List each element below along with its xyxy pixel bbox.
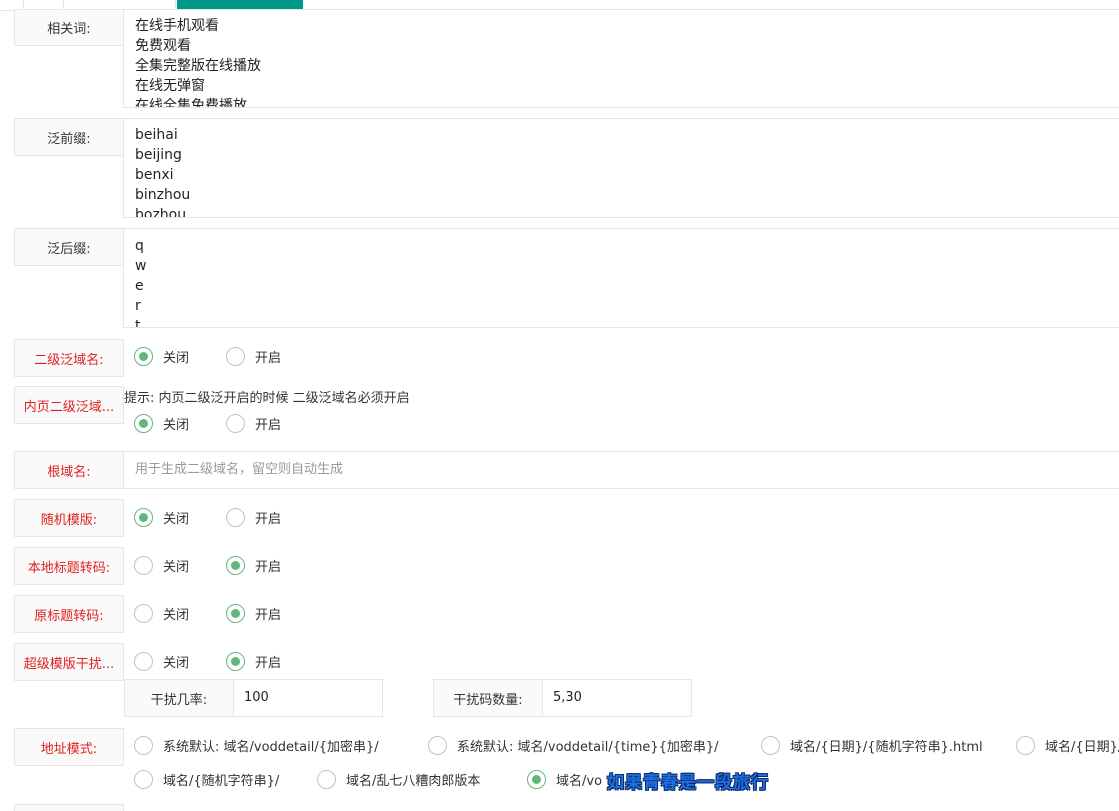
url-mode-option-7[interactable]: 域名/vo bbox=[527, 770, 602, 789]
radio-label: 域名/vo bbox=[556, 774, 603, 789]
prefix-label: 泛前缀: bbox=[14, 118, 124, 156]
textarea-line: 在线手机观看 bbox=[135, 18, 219, 34]
subdomain-on-radio[interactable]: 开启 bbox=[226, 347, 281, 366]
textarea-line: 在线无弹窗 bbox=[135, 78, 205, 94]
radio-circle bbox=[134, 770, 153, 789]
radio-circle bbox=[226, 604, 245, 623]
radio-label: 关闭 bbox=[163, 351, 190, 366]
radio-circle bbox=[1016, 736, 1035, 755]
random-template-on-radio[interactable]: 开启 bbox=[226, 508, 281, 527]
radio-label: 开启 bbox=[255, 608, 282, 623]
radio-label: 关闭 bbox=[163, 656, 190, 671]
radio-label: 开启 bbox=[255, 418, 282, 433]
url-mode-label: 地址模式: bbox=[14, 728, 124, 766]
inner-subdomain-hint: 提示: 内页二级泛开启的时候 二级泛域名必须开启 bbox=[124, 391, 410, 406]
overlay-caption: 如果青春是一段旅行 bbox=[607, 773, 769, 793]
radio-circle bbox=[134, 604, 153, 623]
radio-label: 开启 bbox=[255, 560, 282, 575]
suffix-textarea[interactable]: qwert bbox=[123, 228, 1119, 328]
radio-circle bbox=[428, 736, 447, 755]
radio-label: 域名/{日期}/ bbox=[1045, 740, 1119, 755]
textarea-line: 免费观看 bbox=[135, 38, 191, 54]
radio-circle bbox=[226, 652, 245, 671]
textarea-line: binzhou bbox=[135, 187, 191, 203]
textarea-line: benxi bbox=[135, 167, 174, 183]
original-title-transcode-on-radio[interactable]: 开启 bbox=[226, 604, 281, 623]
textarea-line: beijing bbox=[135, 147, 182, 163]
radio-circle bbox=[134, 347, 153, 366]
url-mode-option-5[interactable]: 域名/{随机字符串}/ bbox=[134, 770, 279, 789]
url-mode-option-2[interactable]: 系统默认: 域名/voddetail/{time}{加密串}/ bbox=[428, 736, 719, 755]
radio-circle bbox=[134, 652, 153, 671]
textarea-line: baotou bbox=[135, 119, 1119, 125]
inner-subdomain-off-radio[interactable]: 关闭 bbox=[134, 414, 189, 433]
textarea-line: beihai bbox=[135, 127, 178, 143]
radio-circle bbox=[134, 736, 153, 755]
super-template-interference-label: 超级模版干扰... bbox=[14, 643, 124, 681]
radio-circle bbox=[317, 770, 336, 789]
interference-count-input[interactable]: 5,30 bbox=[542, 679, 692, 717]
local-title-transcode-label: 本地标题转码: bbox=[14, 547, 124, 585]
radio-label: 开启 bbox=[255, 351, 282, 366]
textarea-line: q bbox=[135, 238, 144, 254]
radio-circle bbox=[226, 414, 245, 433]
related-words-textarea[interactable]: 在线手机观看 免费观看全集完整版在线播放 在线无弹窗在线全集免费播放 bbox=[123, 9, 1119, 108]
original-title-transcode-off-radio[interactable]: 关闭 bbox=[134, 604, 189, 623]
subdomain-label: 二级泛域名: bbox=[14, 339, 124, 377]
radio-circle bbox=[226, 347, 245, 366]
subdomain-off-radio[interactable]: 关闭 bbox=[134, 347, 189, 366]
textarea-line: 全集完整版在线播放 bbox=[135, 58, 261, 74]
textarea-line: r bbox=[135, 298, 141, 314]
textarea-line: t bbox=[135, 318, 141, 328]
prefix-lines: baotou beihai beijing benxi binzhou bozhou bbox=[135, 119, 1119, 218]
interference-count-label: 干扰码数量: bbox=[433, 679, 543, 717]
textarea-line: e bbox=[135, 278, 144, 294]
interference-rate-label: 干扰几率: bbox=[124, 679, 234, 717]
radio-circle bbox=[134, 508, 153, 527]
radio-label: 关闭 bbox=[163, 418, 190, 433]
inner-subdomain-on-radio[interactable]: 开启 bbox=[226, 414, 281, 433]
radio-label: 域名/乱七八糟肉郎版本 bbox=[346, 774, 481, 789]
radio-circle bbox=[226, 508, 245, 527]
url-mode-option-4[interactable]: 域名/{日期}/ bbox=[1016, 736, 1119, 755]
root-domain-input[interactable]: 用于生成二级域名，留空则自动生成 bbox=[123, 451, 1119, 489]
radio-circle bbox=[134, 556, 153, 575]
radio-label: 开启 bbox=[255, 512, 282, 527]
next-row-label-stub bbox=[14, 804, 124, 811]
original-title-transcode-label: 原标题转码: bbox=[14, 595, 124, 633]
radio-circle bbox=[527, 770, 546, 789]
radio-label: 域名/{日期}/{随机字符串}.html bbox=[790, 740, 983, 755]
radio-circle bbox=[134, 414, 153, 433]
related-words-label: 相关词: bbox=[14, 9, 124, 46]
textarea-line: w bbox=[135, 258, 147, 274]
url-mode-option-3[interactable]: 域名/{日期}/{随机字符串}.html bbox=[761, 736, 983, 755]
radio-label: 关闭 bbox=[163, 608, 190, 623]
radio-label: 关闭 bbox=[163, 512, 190, 527]
textarea-line: 在线全集免费播放 bbox=[135, 98, 247, 108]
prefix-textarea[interactable]: baotou beihai beijing benxi binzhou bozhou bbox=[123, 118, 1119, 218]
radio-label: 系统默认: 域名/voddetail/{加密串}/ bbox=[163, 740, 379, 755]
interference-rate-input[interactable]: 100 bbox=[233, 679, 383, 717]
suffix-label: 泛后缀: bbox=[14, 228, 124, 266]
super-template-interference-off-radio[interactable]: 关闭 bbox=[134, 652, 189, 671]
local-title-transcode-on-radio[interactable]: 开启 bbox=[226, 556, 281, 575]
root-domain-label: 根域名: bbox=[14, 451, 124, 489]
super-template-interference-on-radio[interactable]: 开启 bbox=[226, 652, 281, 671]
radio-label: 系统默认: 域名/voddetail/{time}{加密串}/ bbox=[457, 740, 719, 755]
radio-label: 域名/{随机字符串}/ bbox=[163, 774, 280, 789]
url-mode-option-1[interactable]: 系统默认: 域名/voddetail/{加密串}/ bbox=[134, 736, 379, 755]
textarea-line: bozhou bbox=[135, 207, 187, 218]
radio-label: 开启 bbox=[255, 656, 282, 671]
radio-circle bbox=[761, 736, 780, 755]
radio-circle bbox=[226, 556, 245, 575]
radio-label: 关闭 bbox=[163, 560, 190, 575]
url-mode-option-6[interactable]: 域名/乱七八糟肉郎版本 bbox=[317, 770, 480, 789]
inner-subdomain-label: 内页二级泛域... bbox=[14, 386, 124, 424]
local-title-transcode-off-radio[interactable]: 关闭 bbox=[134, 556, 189, 575]
random-template-off-radio[interactable]: 关闭 bbox=[134, 508, 189, 527]
random-template-label: 随机模版: bbox=[14, 499, 124, 537]
